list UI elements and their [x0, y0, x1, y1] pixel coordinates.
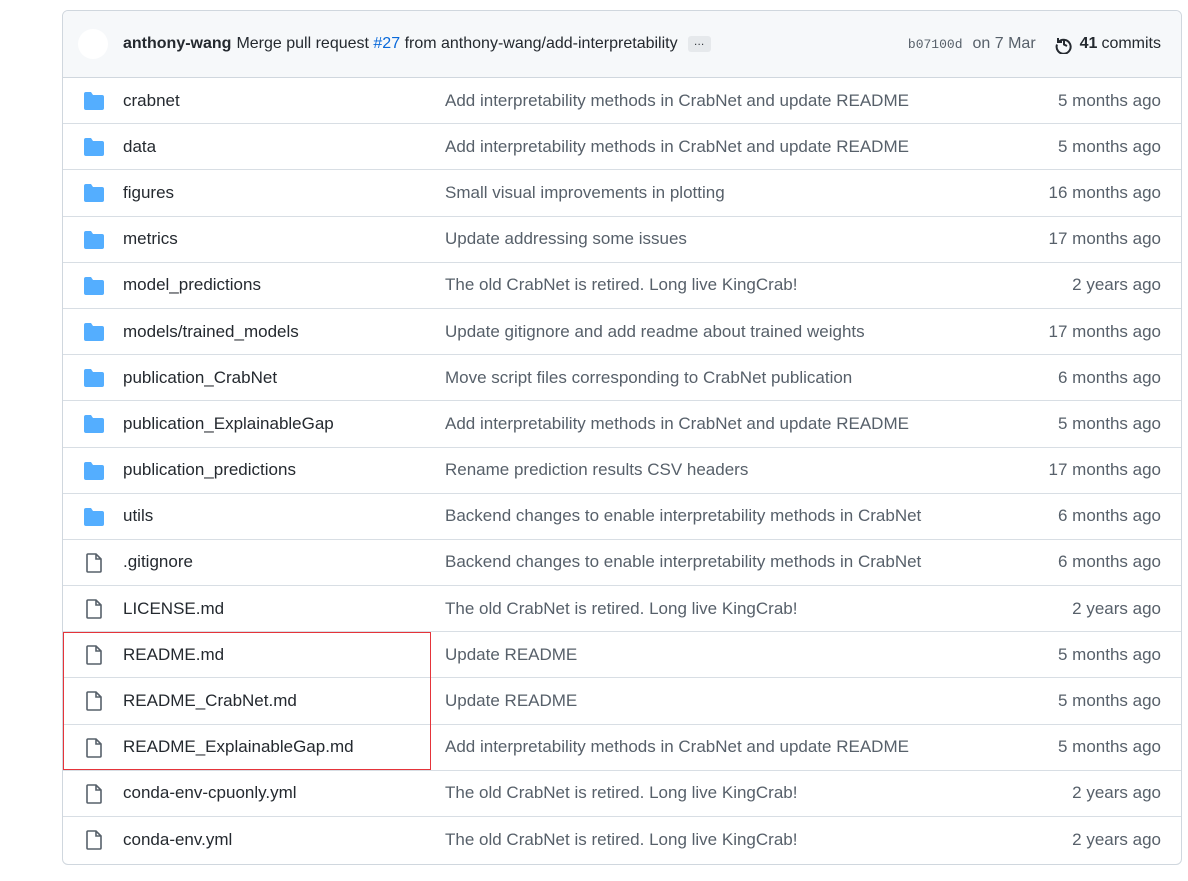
commit-message-link[interactable]: Backend changes to enable interpretabili… [445, 552, 921, 572]
commit-message-link[interactable]: Small visual improvements in plotting [445, 183, 725, 203]
file-name-link[interactable]: README.md [123, 645, 224, 665]
commit-message-link[interactable]: Backend changes to enable interpretabili… [445, 506, 921, 526]
folder-icon [83, 368, 105, 393]
commits-label: commits [1101, 35, 1161, 52]
commit-time: 6 months ago [1057, 552, 1161, 572]
commit-message-link[interactable]: Update README [445, 691, 577, 711]
commit-message-link[interactable]: Add interpretability methods in CrabNet … [445, 91, 909, 111]
commit-time: 5 months ago [1057, 644, 1161, 664]
file-row: metrics Update addressing some issues 17 m… [63, 215, 1181, 262]
commit-date: on 7 Mar [972, 35, 1036, 52]
file-row: conda-env-cpuonly.yml The old CrabNet is … [63, 769, 1181, 816]
file-name-link[interactable]: LICENSE.md [123, 599, 224, 619]
commit-message-link[interactable]: The old CrabNet is retired. Long live Ki… [445, 830, 797, 850]
file-icon [83, 553, 105, 578]
commit-time: 6 months ago [1057, 506, 1161, 526]
file-row: model_predictions The old CrabNet is reti… [63, 261, 1181, 308]
commit-message-link[interactable]: The old CrabNet is retired. Long live Ki… [445, 599, 797, 619]
file-row: figures Small visual improvements in plot… [63, 169, 1181, 215]
folder-icon [83, 322, 105, 347]
commit-message-link[interactable]: Move script files corresponding to CrabN… [445, 368, 852, 388]
commit-time: 5 months ago [1057, 737, 1161, 757]
commit-message-prefix[interactable]: Merge pull request [236, 35, 369, 53]
file-row: crabnet Add interpretability methods in C… [63, 78, 1181, 123]
file-row: publication_ExplainableGap Add interpreta… [63, 400, 1181, 446]
file-name-link[interactable]: conda-env.yml [123, 830, 232, 850]
commit-time: 5 months ago [1057, 691, 1161, 711]
history-icon [1055, 38, 1072, 54]
file-name-link[interactable]: conda-env-cpuonly.yml [123, 783, 297, 803]
commit-time: 17 months ago [1048, 460, 1161, 480]
file-name-link[interactable]: figures [123, 183, 174, 203]
file-row: .gitignore Backend changes to enable inte… [63, 538, 1181, 585]
file-icon [83, 599, 105, 624]
latest-commit-bar: anthony-wang Merge pull request #27 from… [63, 11, 1181, 78]
file-name-link[interactable]: publication_predictions [123, 460, 296, 480]
commit-sha[interactable]: b07100d [908, 37, 963, 52]
file-icon [83, 737, 105, 763]
folder-icon [83, 137, 105, 162]
file-name-link[interactable]: model_predictions [123, 275, 261, 295]
commit-time: 17 months ago [1048, 229, 1161, 249]
commit-time: 6 months ago [1057, 367, 1161, 387]
file-name-link[interactable]: README_ExplainableGap.md [123, 737, 354, 757]
commits-link[interactable]: 41 commits [1054, 34, 1161, 54]
file-row: README_CrabNet.md Update README 5 months a… [63, 677, 1181, 723]
file-name-link[interactable]: models/trained_models [123, 322, 299, 342]
commit-message-link[interactable]: Add interpretability methods in CrabNet … [445, 737, 909, 757]
file-list: anthony-wang Merge pull request #27 from… [62, 10, 1182, 865]
file-name-link[interactable]: publication_ExplainableGap [123, 414, 334, 434]
commit-message-link[interactable]: Add interpretability methods in CrabNet … [445, 137, 909, 157]
commit-message-link[interactable]: Update gitignore and add readme about tr… [445, 322, 865, 342]
expand-message-button[interactable]: … [687, 36, 711, 52]
file-row: README_ExplainableGap.md Add interpretabi… [63, 723, 1181, 770]
commit-time: 5 months ago [1057, 413, 1161, 433]
commit-message-link[interactable]: Update addressing some issues [445, 229, 687, 249]
file-name-link[interactable]: .gitignore [123, 552, 193, 572]
commit-time: 2 years ago [1072, 598, 1161, 618]
file-row: publication_predictions Rename prediction… [63, 446, 1181, 493]
commit-author[interactable]: anthony-wang [123, 35, 231, 53]
commit-time: 2 years ago [1072, 829, 1161, 849]
folder-icon [83, 414, 105, 439]
folder-icon [83, 276, 105, 301]
file-row: conda-env.yml The old CrabNet is retired.… [63, 816, 1181, 862]
file-name-link[interactable]: crabnet [123, 91, 180, 111]
file-icon [83, 784, 105, 809]
commit-message-suffix[interactable]: from anthony-wang/add-interpretability [405, 35, 678, 53]
commit-message-link[interactable]: The old CrabNet is retired. Long live Ki… [445, 783, 797, 803]
file-name-link[interactable]: metrics [123, 229, 178, 249]
commit-time: 5 months ago [1057, 136, 1161, 156]
folder-icon [83, 91, 105, 116]
file-name-link[interactable]: data [123, 137, 156, 157]
pr-link[interactable]: #27 [373, 35, 400, 53]
commit-time: 5 months ago [1057, 90, 1161, 110]
folder-icon [83, 461, 105, 486]
folder-icon [83, 230, 105, 255]
file-row: utils Backend changes to enable interpret… [63, 492, 1181, 539]
avatar[interactable] [78, 29, 108, 59]
file-row: data Add interpretability methods in Crab… [63, 123, 1181, 169]
commit-message-link[interactable]: Add interpretability methods in CrabNet … [445, 414, 909, 434]
commit-message-link[interactable]: Rename prediction results CSV headers [445, 460, 748, 480]
commit-message-link[interactable]: Update README [445, 645, 577, 665]
file-icon [83, 830, 105, 855]
file-name-link[interactable]: utils [123, 506, 153, 526]
commit-message-link[interactable]: The old CrabNet is retired. Long live Ki… [445, 275, 797, 295]
commits-count: 41 [1079, 35, 1098, 52]
commit-time: 17 months ago [1048, 321, 1161, 341]
commit-time: 2 years ago [1072, 783, 1161, 803]
file-row: publication_CrabNet Move script files cor… [63, 354, 1181, 400]
file-name-link[interactable]: publication_CrabNet [123, 368, 277, 388]
file-row: LICENSE.md The old CrabNet is retired. Lo… [63, 585, 1181, 631]
commit-time: 2 years ago [1072, 275, 1161, 295]
folder-icon [83, 183, 105, 208]
file-row: README.md Update README 5 months ago [63, 631, 1181, 677]
file-icon [83, 645, 105, 670]
file-row: models/trained_models Update gitignore an… [63, 307, 1181, 354]
commit-time: 16 months ago [1048, 182, 1161, 202]
file-name-link[interactable]: README_CrabNet.md [123, 691, 297, 711]
folder-icon [83, 507, 105, 532]
file-icon [83, 691, 105, 716]
